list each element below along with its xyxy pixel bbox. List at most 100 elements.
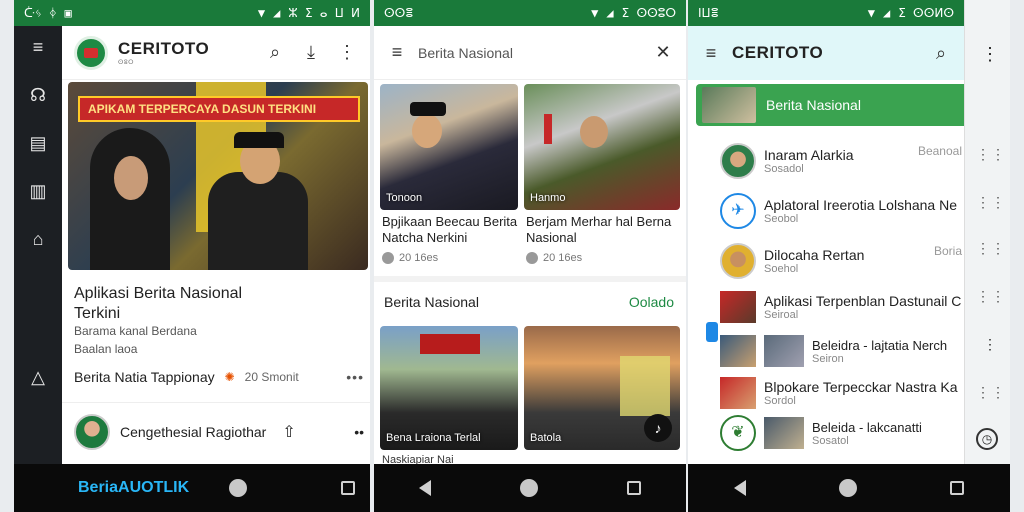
more-icon[interactable]: ⋮ bbox=[983, 336, 997, 353]
banner-shape bbox=[620, 356, 670, 416]
list-item[interactable]: ❦ Beleida - lakcanatti Sosatol bbox=[720, 412, 964, 454]
list-item[interactable]: Beleidra - lajtatia Nerch Seiron bbox=[720, 330, 964, 372]
list-item[interactable]: ✈ Aplatoral Ireerotia Lolshana Ne Seobol bbox=[720, 190, 964, 232]
card-meta: 20 16es bbox=[526, 252, 582, 264]
highlight-row[interactable]: Berita Nasional ⌄ bbox=[696, 84, 1002, 126]
avatar bbox=[720, 143, 756, 179]
search-icon[interactable]: ⌕ bbox=[930, 43, 952, 64]
list-item[interactable]: Dilocaha Rertan Soehol Boria bbox=[720, 240, 964, 282]
person-face bbox=[114, 156, 148, 200]
card-time: 20 16es bbox=[543, 252, 583, 264]
officer-cap bbox=[234, 132, 284, 148]
stats-icon[interactable]: ▥ bbox=[28, 182, 48, 200]
item-title: Beleida - lakcanatti bbox=[812, 419, 922, 435]
news-card[interactable]: Tonoon bbox=[380, 84, 518, 210]
status-bar: ⵙⵙⴻ ▼ ◢ ⵉ ⵙⵙⵓⵔ bbox=[374, 0, 686, 26]
card-caption: Tonoon bbox=[386, 192, 423, 204]
download-icon[interactable]: ⤓ bbox=[300, 42, 322, 63]
drag-handle-icon[interactable]: ⋮⋮ bbox=[976, 146, 1006, 163]
drag-handle-icon[interactable]: ⋮⋮ bbox=[976, 384, 1006, 401]
brand-name: CERITOTO bbox=[732, 43, 824, 62]
home-icon[interactable]: ⌂ bbox=[28, 230, 48, 248]
signal-icon: ◢ bbox=[606, 6, 614, 20]
card-caption: Hanmo bbox=[530, 192, 566, 204]
item-meta: Boria bbox=[933, 244, 962, 258]
card-title[interactable]: Bpjikaan Beecau Berita Natcha Nerkini bbox=[382, 214, 518, 246]
back-button[interactable] bbox=[734, 480, 747, 496]
status-time: ⵉ ⵙⵙⵍⵙ bbox=[898, 6, 954, 20]
bell-icon[interactable]: △ bbox=[28, 368, 48, 386]
face bbox=[580, 116, 608, 148]
list-item[interactable]: Aplikasi Terpenblan Dastunail C Seiroal bbox=[720, 286, 964, 328]
signal-icon: ◢ bbox=[883, 6, 891, 20]
news-card[interactable]: Hanmo bbox=[524, 84, 680, 210]
avatar bbox=[74, 414, 110, 450]
signal-icon: ◢ bbox=[273, 6, 281, 20]
meta-label: Berita Natia Tappionay bbox=[74, 369, 215, 385]
recents-button[interactable] bbox=[949, 481, 964, 495]
leaf-icon: ❦ bbox=[720, 415, 756, 451]
thumbnail bbox=[764, 335, 804, 367]
recents-button[interactable] bbox=[627, 481, 642, 495]
list-item[interactable]: Blpokare Terpecckar Nastra Ka Sordol bbox=[720, 372, 964, 414]
close-icon[interactable]: ✕ bbox=[652, 42, 674, 63]
news-card[interactable]: Bena Lraiona Terlal bbox=[380, 326, 518, 450]
item-meta: Beanoal bbox=[917, 144, 962, 158]
thumbnail bbox=[702, 87, 756, 123]
status-bar: ᑤᛃ ᛄ ▣ ▼ ◢ ⵣ ⵉ ⴰ ⵡ ⵍ bbox=[14, 0, 370, 26]
card-time: 20 16es bbox=[399, 252, 439, 264]
item-sub: Seobol bbox=[764, 213, 799, 225]
status-bar: ⵏⵡⴻ ▼ ◢ ⵉ ⵙⵙⵍⵙ bbox=[688, 0, 964, 26]
system-nav-bar bbox=[374, 464, 686, 512]
card-title[interactable]: Berjam Merhar hal Berna Nasional bbox=[526, 214, 676, 246]
more-icon[interactable]: ••• bbox=[346, 369, 364, 385]
clock-icon bbox=[526, 252, 538, 264]
status-left: ⵙⵙⴻ bbox=[384, 6, 414, 20]
item-title: Blpokare Terpecckar Nastra Ka bbox=[764, 379, 958, 395]
item-sub: Sosadol bbox=[764, 163, 804, 175]
item-title: Aplatoral Ireerotia Lolshana Ne bbox=[764, 197, 958, 213]
drag-handle-icon[interactable]: ⋮⋮ bbox=[976, 194, 1006, 211]
meta-time: 20 Smonit bbox=[244, 370, 299, 384]
more-icon[interactable]: ⋮ bbox=[336, 42, 358, 63]
menu-icon[interactable]: ≡ bbox=[28, 38, 48, 56]
more-icon[interactable]: •• bbox=[354, 424, 364, 440]
item-sub: Sordol bbox=[764, 395, 796, 407]
item-title: Dilocaha Rertan bbox=[764, 247, 865, 263]
divider bbox=[62, 402, 370, 403]
scroll-thumb[interactable] bbox=[706, 322, 718, 342]
home-button[interactable] bbox=[229, 479, 248, 497]
clock-icon[interactable]: ◷ bbox=[976, 428, 998, 450]
home-button[interactable] bbox=[519, 479, 538, 497]
card-meta: 20 16es bbox=[382, 252, 438, 264]
face bbox=[412, 114, 442, 148]
item-sub: Seiron bbox=[812, 352, 844, 365]
search-input[interactable]: Berita Nasional bbox=[418, 45, 513, 61]
search-icon[interactable]: ⌕ bbox=[264, 42, 286, 63]
home-button[interactable] bbox=[838, 479, 857, 497]
menu-icon[interactable]: ≡ bbox=[386, 42, 408, 63]
news-card[interactable]: ♪ Batola bbox=[524, 326, 680, 450]
drag-handle-icon[interactable]: ⋮⋮ bbox=[976, 288, 1006, 305]
recents-button[interactable] bbox=[341, 481, 356, 495]
back-button[interactable] bbox=[418, 480, 431, 496]
play-icon[interactable]: ♪ bbox=[644, 414, 672, 442]
navigation-rail: ≡ ☊ ▤ ▥ ⌂ △ bbox=[14, 26, 62, 464]
list-item[interactable]: Inaram Alarkia Sosadol Beanoal bbox=[720, 140, 964, 182]
more-icon[interactable]: ⋮ bbox=[981, 44, 999, 65]
article-title[interactable]: Aplikasi Berita Nasional Terkini bbox=[74, 284, 264, 324]
thumbnail bbox=[720, 377, 756, 409]
share-icon[interactable]: ⇧ bbox=[282, 422, 295, 442]
card-caption: Batola bbox=[530, 432, 562, 444]
author-row[interactable]: Cengethesial Ragiothar ⇧ •• bbox=[74, 414, 364, 450]
highlight-title: Berita Nasional bbox=[766, 97, 861, 113]
headset-icon[interactable]: ☊ bbox=[28, 86, 48, 104]
drag-handle-icon[interactable]: ⋮⋮ bbox=[976, 240, 1006, 257]
plane-icon: ✈ bbox=[720, 193, 756, 229]
hero-card[interactable]: APIKAM TERPERCAYA DASUN TERKINI bbox=[68, 82, 368, 270]
status-left: ⵏⵡⴻ bbox=[698, 6, 719, 20]
menu-icon[interactable]: ≡ bbox=[700, 43, 722, 64]
inbox-icon[interactable]: ▤ bbox=[28, 134, 48, 152]
section-link[interactable]: Oolado bbox=[629, 294, 674, 310]
system-nav-bar: BeriaAUOTLIK bbox=[14, 464, 370, 512]
